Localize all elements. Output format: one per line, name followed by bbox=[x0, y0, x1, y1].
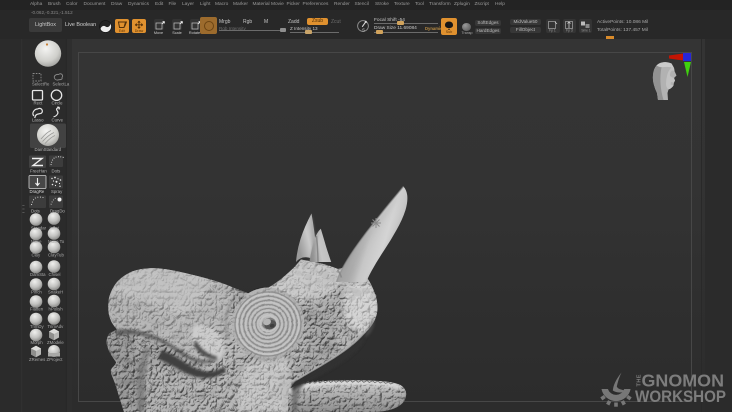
svg-text:hPolish: hPolish bbox=[49, 307, 64, 312]
svg-text:Fp 1: Fp 1 bbox=[549, 28, 556, 32]
svg-text:Chisel: Chisel bbox=[49, 272, 61, 277]
svg-text:Flatten: Flatten bbox=[30, 307, 44, 312]
svg-text:ZRemes: ZRemes bbox=[29, 357, 45, 362]
svg-text:TrimDy: TrimDy bbox=[30, 324, 45, 329]
svg-text:SnakeH: SnakeH bbox=[48, 290, 63, 295]
svg-text:Move: Move bbox=[31, 239, 42, 244]
svg-text:Morph: Morph bbox=[31, 340, 44, 345]
svg-text:TrimAdv: TrimAdv bbox=[48, 324, 65, 329]
svg-text:Fp 3: Fp 3 bbox=[566, 28, 573, 32]
svg-text:Standar: Standar bbox=[31, 226, 47, 231]
svg-text:Inflat: Inflat bbox=[50, 226, 60, 231]
svg-text:S: S bbox=[362, 27, 365, 32]
svg-text:ZProject: ZProject bbox=[47, 357, 64, 362]
svg-text:ClayTub: ClayTub bbox=[48, 253, 64, 258]
svg-text:Move To: Move To bbox=[48, 239, 65, 244]
svg-text:DamSta: DamSta bbox=[30, 272, 46, 277]
svg-text:Pinch: Pinch bbox=[31, 290, 42, 295]
svg-text:Sme 1: Sme 1 bbox=[581, 28, 590, 32]
svg-text:WORKSHOP: WORKSHOP bbox=[635, 387, 726, 406]
svg-text:THE: THE bbox=[636, 374, 642, 386]
svg-text:Clay: Clay bbox=[32, 253, 41, 258]
svg-text:ZModele: ZModele bbox=[47, 340, 64, 345]
